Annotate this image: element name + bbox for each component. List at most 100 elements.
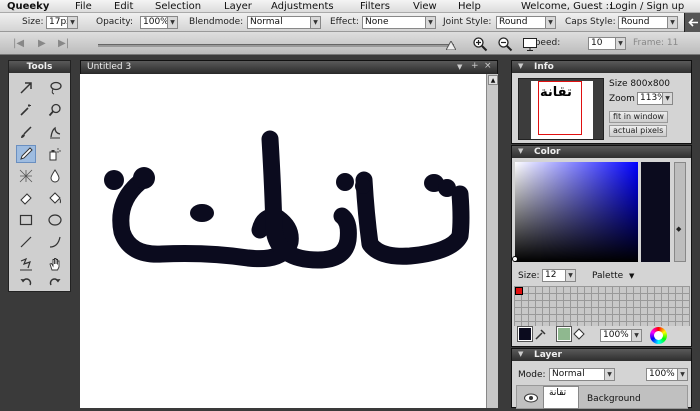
fill-tool[interactable] [45, 189, 65, 207]
menu-filters[interactable]: Filters [360, 0, 390, 13]
magic-wand-tool[interactable] [16, 101, 36, 119]
selected-swatch[interactable] [515, 287, 523, 295]
canvas-scrollbar[interactable]: ▲ [486, 74, 498, 408]
layer-mode-dropdown[interactable]: Normal ▼ [549, 368, 615, 381]
clone-tool[interactable] [16, 255, 36, 273]
caps-style-dropdown[interactable]: Round ▼ [618, 16, 678, 29]
menu-view[interactable]: View [413, 0, 437, 13]
color-zoom-value: 100% [603, 330, 629, 340]
signup-link[interactable]: / Sign up [640, 0, 684, 13]
first-frame-icon[interactable]: |◀ [13, 38, 24, 49]
speed-dropdown[interactable]: 10 ▼ [588, 37, 626, 50]
paint-bucket-icon[interactable] [573, 328, 585, 340]
brush-tool[interactable] [16, 123, 36, 141]
magic-wand-icon [20, 104, 31, 116]
pencil-tool[interactable] [16, 145, 36, 163]
undo-tool[interactable] [16, 273, 36, 291]
info-panel: Info ▼ تقانة Size 800x800 Zoom 113% ▼ fit… [511, 60, 692, 144]
rectangle-tool[interactable] [16, 211, 36, 229]
brightness-track[interactable]: ◆ [674, 162, 686, 262]
tools-title: Tools [9, 61, 70, 73]
curve-tool[interactable] [45, 233, 65, 251]
image-size-text: Size 800x800 [609, 79, 671, 89]
back-arrow-icon [688, 18, 698, 27]
hand-tool[interactable] [45, 255, 65, 273]
login-link[interactable]: Login [610, 0, 637, 13]
minimize-icon[interactable]: ▼ [457, 63, 462, 71]
brightness-slider-icon[interactable]: ◆ [676, 225, 681, 233]
close-icon[interactable]: × [484, 61, 492, 71]
chevron-down-icon: ▼ [615, 38, 625, 49]
blendmode-dropdown[interactable]: Normal ▼ [247, 16, 321, 29]
zoom-in-icon [473, 37, 488, 52]
brightness-bar[interactable] [641, 162, 670, 262]
zoom-in-button[interactable] [472, 36, 488, 52]
chevron-down-icon: ▼ [545, 17, 555, 28]
ellipse-tool[interactable] [45, 211, 65, 229]
layer-opacity-dropdown[interactable]: 100% ▼ [646, 368, 688, 381]
line-icon [20, 236, 32, 248]
eraser-tool[interactable] [16, 189, 36, 207]
menu-file[interactable]: File [75, 0, 92, 13]
color-zoom-dropdown[interactable]: 100% ▼ [600, 329, 642, 342]
layer-opacity-value: 100% [649, 369, 675, 379]
color-picker-field[interactable] [515, 162, 638, 262]
menu-edit[interactable]: Edit [114, 0, 133, 13]
joint-style-dropdown[interactable]: Round ▼ [496, 16, 556, 29]
rectangle-icon [19, 214, 33, 226]
collapse-icon[interactable]: ▼ [518, 62, 523, 70]
size-dropdown[interactable]: 17px ▼ [46, 16, 78, 29]
redo-tool[interactable] [45, 273, 65, 291]
water-drop-icon [50, 169, 60, 183]
smudge-tool[interactable] [45, 123, 65, 141]
drawing-canvas[interactable] [80, 74, 486, 408]
swatch-size-dropdown[interactable]: 12 ▼ [542, 269, 576, 282]
collapse-button[interactable] [684, 13, 700, 32]
joint-style-value: Round [499, 17, 528, 27]
swatch-grid[interactable] [514, 286, 690, 326]
chevron-down-icon: ▼ [662, 93, 672, 104]
opacity-dropdown[interactable]: 100% ▼ [140, 16, 178, 29]
maximize-icon[interactable]: + [471, 61, 479, 71]
menu-selection[interactable]: Selection [155, 0, 201, 13]
color-picker-cursor[interactable] [512, 256, 518, 262]
layer-thumbnail: تقانة [543, 386, 579, 409]
fit-screen-button[interactable] [522, 36, 538, 52]
eyedropper-icon[interactable] [534, 328, 546, 340]
palette-label[interactable]: Palette [592, 271, 623, 281]
info-zoom-dropdown[interactable]: 113% ▼ [637, 92, 673, 105]
spray-tool[interactable] [45, 145, 65, 163]
caps-style-value: Round [621, 17, 650, 27]
effect-dropdown[interactable]: None ▼ [362, 16, 436, 29]
navigator-thumbnail[interactable]: تقانة [518, 78, 604, 140]
line-tool[interactable] [16, 233, 36, 251]
collapse-icon[interactable]: ▼ [518, 350, 523, 358]
collapse-icon[interactable]: ▼ [518, 147, 523, 155]
secondary-color-swatch[interactable] [556, 326, 572, 342]
effect-value: None [365, 17, 389, 27]
actual-pixels-button[interactable]: actual pixels [609, 125, 668, 137]
menu-adjustments[interactable]: Adjustments [271, 0, 334, 13]
hand-icon [49, 258, 60, 271]
zoom-tool[interactable] [45, 101, 65, 119]
scroll-up-icon[interactable]: ▲ [488, 75, 498, 85]
arrow-tool[interactable] [16, 79, 36, 97]
fit-in-window-button[interactable]: fit in window [609, 111, 668, 123]
lasso-tool[interactable] [45, 79, 65, 97]
thumbnail-text: تقانة [540, 85, 572, 100]
last-frame-icon[interactable]: ▶| [58, 38, 69, 49]
menu-layer[interactable]: Layer [224, 0, 252, 13]
play-icon[interactable]: ▶ [38, 38, 46, 49]
primary-color-swatch[interactable] [517, 326, 533, 342]
menu-help[interactable]: Help [458, 0, 481, 13]
slider-thumb-icon[interactable] [446, 41, 456, 50]
crop-tool[interactable] [16, 167, 36, 185]
zoom-out-button[interactable] [497, 36, 513, 52]
color-wheel-icon[interactable] [650, 327, 667, 344]
layer-row-background[interactable]: تقانة Background [516, 385, 688, 409]
timeline-slider[interactable] [98, 44, 454, 47]
chevron-down-icon[interactable]: ▼ [629, 272, 634, 280]
stamp-icon [20, 257, 32, 271]
blur-tool[interactable] [45, 167, 65, 185]
eye-icon[interactable] [523, 392, 539, 404]
